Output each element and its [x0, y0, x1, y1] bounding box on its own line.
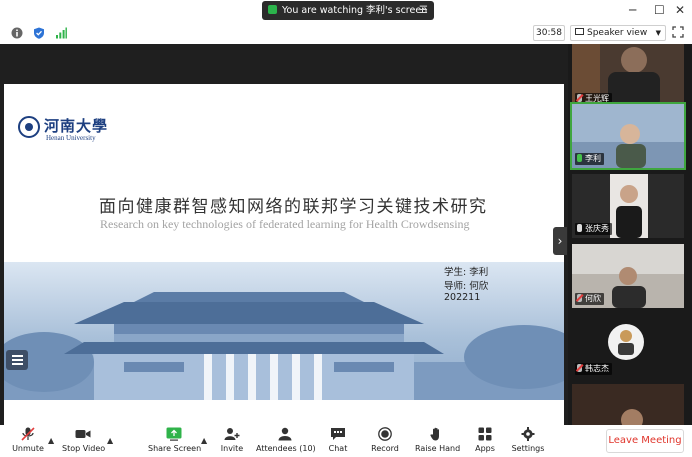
people-icon — [278, 427, 292, 441]
invite-button[interactable]: Invite — [218, 427, 246, 457]
share-screen-icon — [166, 427, 182, 441]
slide-menu-icon[interactable] — [6, 350, 28, 370]
chat-icon — [331, 428, 345, 440]
meeting-info-bar: 30:58 Speaker view ▼ — [0, 22, 692, 44]
raise-hand-button[interactable]: Raise Hand — [415, 427, 461, 457]
apps-button[interactable]: Apps — [472, 427, 498, 457]
participant-name: 何欣 — [575, 293, 604, 305]
view-selector[interactable]: Speaker view ▼ — [570, 25, 666, 41]
mic-muted-icon — [21, 427, 35, 441]
apps-grid-icon — [478, 427, 492, 441]
participant-video — [572, 384, 684, 425]
apps-label: Apps — [475, 444, 495, 453]
invite-label: Invite — [220, 444, 244, 453]
slide-date: 202211 — [444, 292, 481, 303]
unmute-label: Unmute — [12, 444, 44, 453]
minimize-icon[interactable]: ─ — [629, 3, 636, 17]
title-bar: You are watching 李利's screen ☰ ─ ☐ ✕ — [0, 0, 692, 22]
close-icon[interactable]: ✕ — [675, 3, 685, 17]
watching-banner[interactable]: You are watching 李利's screen ☰ — [262, 1, 434, 20]
university-name-en: Henan University — [46, 134, 96, 142]
mic-muted-icon — [577, 94, 582, 102]
shield-icon[interactable] — [33, 27, 45, 39]
share-screen-label: Share Screen — [148, 444, 202, 453]
mic-muted-icon — [577, 364, 582, 372]
chat-label: Chat — [328, 444, 348, 453]
mic-on-icon — [577, 154, 582, 162]
hand-icon — [430, 427, 439, 441]
stop-video-button[interactable]: Stop Video — [62, 427, 106, 457]
attendees-label: Attendees (10) — [256, 444, 316, 453]
gear-icon — [521, 427, 535, 441]
record-label: Record — [371, 444, 399, 453]
chevron-down-icon: ▼ — [655, 29, 661, 37]
advisor-credit: 导师: 何欣 — [444, 281, 489, 292]
participant-tile[interactable]: 韩志杰 — [572, 314, 684, 378]
record-icon — [378, 427, 392, 441]
maximize-icon[interactable]: ☐ — [654, 3, 665, 17]
share-options-chevron-icon[interactable]: ▲ — [201, 436, 207, 445]
collapse-panel-icon[interactable]: › — [553, 227, 567, 255]
view-grid-icon — [575, 28, 584, 35]
presentation-slide: 河南大學 Henan University 面向健康群智感知网络的联邦学习关键技… — [4, 84, 564, 440]
record-button[interactable]: Record — [370, 427, 400, 457]
participant-panel: 王光辉 李利 张庆秀 何欣 韩志杰 — [568, 44, 692, 425]
chat-button[interactable]: Chat — [326, 427, 350, 457]
slide-title-cn: 面向健康群智感知网络的联邦学习关键技术研究 — [99, 197, 488, 217]
participant-tile[interactable]: 王光辉 — [572, 44, 684, 108]
student-credit: 学生: 李利 — [444, 267, 489, 278]
video-options-chevron-icon[interactable]: ▲ — [107, 436, 113, 445]
settings-button[interactable]: Settings — [511, 427, 545, 457]
participant-name: 李利 — [575, 153, 604, 165]
info-icon[interactable] — [11, 27, 23, 39]
meeting-controls: Unmute ▲ Stop Video ▲ Share Screen ▲ Inv… — [0, 425, 692, 457]
leave-meeting-button[interactable]: Leave Meeting — [606, 429, 684, 453]
mic-muted-icon — [577, 294, 582, 302]
attendees-button[interactable]: Attendees (10) — [256, 427, 316, 457]
slide-title-en: Research on key technologies of federate… — [100, 217, 470, 231]
mic-icon — [577, 224, 582, 232]
stop-video-label: Stop Video — [62, 444, 106, 453]
unmute-button[interactable]: Unmute — [10, 427, 46, 457]
meeting-timer: 30:58 — [533, 25, 565, 41]
audio-options-chevron-icon[interactable]: ▲ — [48, 436, 54, 445]
university-seal-icon — [18, 116, 40, 138]
signal-icon[interactable] — [55, 27, 67, 39]
shared-screen: 河南大學 Henan University 面向健康群智感知网络的联邦学习关键技… — [0, 44, 568, 440]
watching-text: You are watching 李利's screen — [282, 5, 428, 16]
participant-name: 张庆秀 — [575, 223, 612, 235]
university-name-cn: 河南大學 — [44, 117, 109, 135]
participant-name: 韩志杰 — [575, 363, 612, 375]
raise-hand-label: Raise Hand — [415, 444, 461, 453]
participant-tile-active[interactable]: 李利 — [570, 102, 686, 170]
add-person-icon — [224, 428, 240, 440]
settings-label: Settings — [511, 444, 545, 453]
hamburger-icon[interactable]: ☰ — [419, 1, 428, 20]
participant-tile[interactable]: 何欣 — [572, 244, 684, 308]
share-screen-button[interactable]: Share Screen — [148, 427, 202, 457]
participant-tile[interactable]: 张庆秀 — [572, 174, 684, 238]
video-camera-icon — [75, 430, 91, 438]
share-indicator-icon — [268, 5, 277, 14]
fullscreen-icon[interactable] — [672, 26, 684, 38]
view-label: Speaker view — [587, 28, 648, 38]
participant-tile[interactable] — [572, 384, 684, 425]
